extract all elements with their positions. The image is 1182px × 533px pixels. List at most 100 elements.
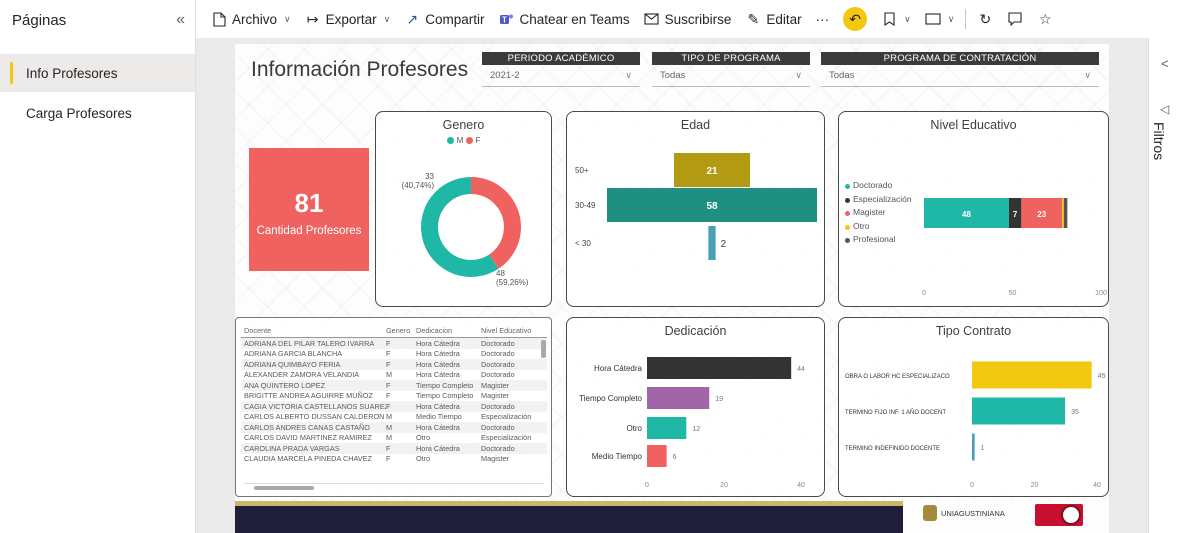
profesores-table[interactable]: Docente Genero Dedicacion Nivel Educativ… (235, 317, 552, 497)
contrato-svg-axis-tick: 40 (1093, 482, 1101, 489)
table-cell: Hora Cátedra (416, 401, 460, 411)
table-cell: F (386, 349, 391, 359)
column-header-genero[interactable]: Genero (386, 326, 416, 335)
bookmark-icon (881, 11, 897, 27)
table-cell: ADRIANA QUIMBAYO FERIA (244, 359, 341, 369)
table-row[interactable]: ANA QUINTERO LOPEZ F Tiempo Completo Magist… (241, 380, 547, 391)
table-cell: BRIGITTE ANDREA AGUIRRE MUÑOZ (244, 391, 373, 401)
table-cell: M (386, 422, 393, 432)
table-row[interactable]: CARLOS ANDRES CANAS CASTAÑO M Hora Cátedra… (241, 422, 547, 433)
filters-label[interactable]: Filtros (1151, 122, 1167, 160)
contrato-svg-data-label: 35 (1071, 409, 1079, 416)
column-header-dedicacion[interactable]: Dedicacion (416, 326, 481, 335)
more-options-button[interactable]: ··· (809, 0, 837, 38)
share-icon: ↗ (406, 10, 419, 27)
donut-slice-f (471, 177, 521, 269)
edad-card[interactable]: Edad 50+ 21 30-49 58 < 30 2 (566, 111, 825, 307)
nivel-axis-tick: 0 (922, 290, 926, 297)
table-cell: Hora Cátedra (416, 370, 460, 380)
nivel-segment-profesional (1063, 198, 1068, 228)
compartir-button[interactable]: ↗ Compartir (397, 0, 491, 38)
teams-chat-button[interactable]: T Chatear en Teams (492, 0, 637, 38)
edad-data-label: 2 (721, 239, 727, 250)
nivel-card[interactable]: Nivel Educativo Doctorado Especializació… (838, 111, 1109, 307)
table-row[interactable]: ADRIANA GARCIA BLANCHA F Hora Cátedra Docto… (241, 349, 547, 360)
table-cell: F (386, 359, 391, 369)
filter-icon: ◁ (1160, 102, 1170, 116)
scroll-thumb[interactable] (254, 486, 314, 490)
chevron-left-icon[interactable]: < (1161, 56, 1169, 71)
chevron-down-icon: ∨ (1084, 70, 1091, 80)
table-row[interactable]: CAROLINA PRADA VARGAS F Hora Cátedra Doctor… (241, 443, 547, 454)
page-item-info-profesores[interactable]: Info Profesores (0, 54, 195, 92)
table-row[interactable]: ADRIANA DEL PILAR TALERO IVARRA F Hora Cát… (241, 338, 547, 349)
slicer-value: 2021-2 (490, 70, 520, 81)
table-cell: F (386, 454, 391, 464)
edad-data-label: 58 (706, 201, 718, 212)
chevron-down-icon: ∨ (284, 13, 291, 24)
table-cell: ADRIANA GARCIA BLANCHA (244, 349, 343, 359)
contrato-svg-bar (972, 433, 975, 461)
exportar-menu[interactable]: ↦ Exportar ∨ (298, 0, 398, 38)
table-row[interactable]: CLAUDIA MARCELA PINEDA CHAVEZ F Otro Magist… (241, 454, 547, 465)
archivo-label: Archivo (232, 11, 278, 27)
suscribirse-label: Suscribirse (664, 11, 732, 27)
contrato-chart: OBRA O LABOR HC ESPECIALIZACO 45 TERMINO F… (845, 361, 1106, 489)
dedic-svg-category-label: Otro (626, 424, 642, 433)
pages-title: Páginas (12, 11, 67, 29)
collapse-pages-icon[interactable]: « (176, 11, 185, 29)
comment-button[interactable] (1000, 0, 1030, 38)
table-row[interactable]: CARLOS DAVID MARTINEZ RAMIREZ M Otro Especi… (241, 433, 547, 444)
slicer-dropdown[interactable]: Todas ∨ (821, 65, 1099, 87)
page-item-carga-profesores[interactable]: Carga Profesores (0, 94, 195, 132)
horizontal-scrollbar[interactable] (244, 483, 544, 491)
suscribirse-button[interactable]: Suscribirse (637, 0, 739, 38)
column-header-nivel[interactable]: Nivel Educativo (481, 326, 539, 335)
emblem-icon (1061, 505, 1081, 525)
table-header: Docente Genero Dedicacion Nivel Educativ… (241, 323, 547, 338)
table-cell: Otro (416, 454, 431, 464)
table-cell: Magister (481, 391, 509, 401)
slicer-periodo: PERIODO ACADÉMICO 2021-2 ∨ (482, 52, 640, 92)
table-row[interactable]: CAGIA VICTORIA CASTELLANOS SUAREZ F Hora C… (241, 401, 547, 412)
table-cell: CAGIA VICTORIA CASTELLANOS SUAREZ (244, 401, 386, 411)
dedicacion-card[interactable]: Dedicación Hora Cátedra 44 Tiempo Completo… (566, 317, 825, 497)
contrato-svg-category-label: TERMINO FIJO INF. 1 AÑO DOCENT (845, 409, 946, 416)
table-row[interactable]: ALEXANDER ZAMORA VELANDIA M Hora Cátedra Do… (241, 370, 547, 381)
editar-button[interactable]: ✎ Editar (738, 0, 808, 38)
table-cell: M (386, 412, 393, 422)
table-row[interactable]: ADRIANA QUIMBAYO FERIA F Hora Cátedra Docto… (241, 359, 547, 370)
table-cell: Doctorado (481, 422, 515, 432)
genero-label-f: 33 (40,74%) (400, 172, 434, 190)
archivo-menu[interactable]: Archivo ∨ (204, 0, 298, 38)
pages-header: Páginas « (0, 0, 195, 40)
table-cell: Doctorado (481, 338, 515, 348)
kpi-value: 81 (294, 188, 324, 218)
more-label: ··· (815, 11, 830, 27)
view-button[interactable]: ∨ (918, 0, 962, 38)
compartir-label: Compartir (425, 11, 485, 27)
refresh-button[interactable]: ↻ (970, 0, 1000, 38)
favorite-button[interactable]: ☆ (1030, 0, 1060, 38)
table-row[interactable]: BRIGITTE ANDREA AGUIRRE MUÑOZ F Tiempo Com… (241, 391, 547, 402)
table-body: Docente Genero Dedicacion Nivel Educativ… (241, 323, 547, 464)
bookmark-button[interactable]: ∨ (874, 0, 918, 38)
column-header-docente[interactable]: Docente (241, 326, 386, 335)
contrato-card[interactable]: Tipo Contrato OBRA O LABOR HC ESPECIALIZ… (838, 317, 1109, 497)
table-row[interactable]: CARLOS ALBERTO DUSSAN CALDERON M Medio Tie… (241, 412, 547, 423)
table-cell: F (386, 443, 391, 453)
app: Páginas « Info Profesores Carga Profesor… (0, 0, 1182, 533)
nivel-axis-tick: 50 (1009, 290, 1017, 297)
table-cell: Doctorado (481, 443, 515, 453)
vertical-scrollbar[interactable] (541, 340, 546, 358)
edad-bar (708, 226, 716, 260)
table-cell: Especialización (481, 412, 532, 422)
kpi-card[interactable]: 81 Cantidad Profesores (249, 148, 369, 271)
undo-button[interactable]: ↶ (836, 0, 874, 38)
slicer-dropdown[interactable]: Todas ∨ (652, 65, 810, 87)
slicer-dropdown[interactable]: 2021-2 ∨ (482, 65, 640, 87)
edad-category-label: < 30 (575, 239, 591, 248)
university-logo-text: UNIAGUSTINIANA (941, 508, 1005, 518)
table-cell: Doctorado (481, 370, 515, 380)
genero-card[interactable]: Genero M F 33 (40,74%) 48 (59,26%) (375, 111, 552, 307)
